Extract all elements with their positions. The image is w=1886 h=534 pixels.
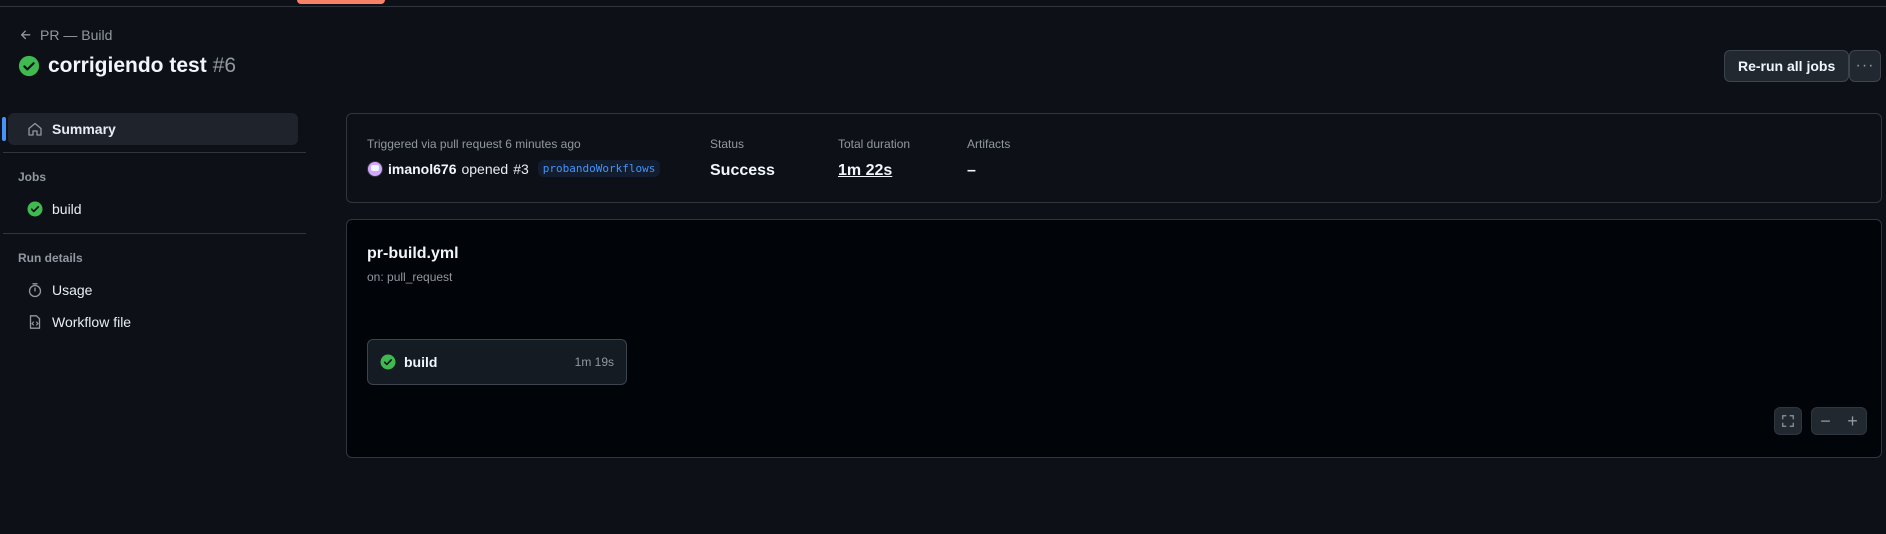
run-title: corrigiendo test #6 (48, 54, 237, 77)
branch-label[interactable]: probandoWorkflows (537, 160, 661, 177)
top-bar (0, 0, 1886, 7)
sidebar-item-label: Workflow file (52, 314, 132, 330)
job-node-build[interactable]: build 1m 19s (367, 339, 627, 385)
zoom-out-button[interactable]: − (1812, 408, 1839, 434)
status-value: Success (710, 162, 775, 179)
sidebar-item-build[interactable]: build (8, 193, 298, 225)
run-number: #6 (212, 54, 237, 77)
sidebar-item-workflow-file[interactable]: Workflow file (8, 306, 298, 338)
artifacts-value: – (967, 162, 976, 179)
sidebar-divider (3, 152, 306, 153)
trigger-detail: imanol676 opened #3 probandoWorkflows (367, 160, 661, 177)
check-circle-icon (380, 354, 396, 370)
sidebar-item-label: build (52, 201, 82, 217)
status-info: Status Success (710, 137, 775, 180)
artifacts-info: Artifacts – (967, 137, 1010, 180)
trigger-label: Triggered via pull request 6 minutes ago (367, 137, 581, 151)
duration-value[interactable]: 1m 22s (838, 162, 910, 180)
more-options-button[interactable]: ··· (1849, 50, 1881, 82)
run-summary-card: Triggered via pull request 6 minutes ago… (346, 113, 1882, 203)
check-circle-icon (18, 55, 40, 77)
trigger-info: Triggered via pull request 6 minutes ago… (367, 137, 661, 177)
workflow-file-name: pr-build.yml (367, 245, 459, 262)
workflow-graph: pr-build.yml on: pull_request build 1m 1… (346, 219, 1882, 458)
active-nav-indicator (2, 117, 6, 141)
zoom-in-button[interactable]: + (1839, 408, 1866, 434)
duration-label: Total duration (838, 137, 911, 151)
workflow-trigger: on: pull_request (367, 270, 453, 284)
arrow-left-icon (20, 30, 31, 40)
jobs-section-label: Jobs (18, 170, 47, 184)
run-title-row: corrigiendo test #6 (18, 54, 236, 78)
back-link[interactable]: PR — Build (19, 27, 112, 43)
sidebar-item-usage[interactable]: Usage (8, 274, 298, 306)
fullscreen-button[interactable] (1774, 407, 1802, 435)
active-tab-indicator (297, 0, 385, 4)
actor-link[interactable]: imanol676 (388, 161, 456, 177)
stopwatch-icon (28, 283, 42, 298)
pull-request-link[interactable]: #3 (513, 161, 529, 177)
run-details-section-label: Run details (18, 251, 83, 265)
back-link-label: PR — Build (40, 27, 113, 43)
job-name: build (404, 354, 438, 370)
avatar[interactable] (367, 160, 383, 177)
rerun-all-jobs-button[interactable]: Re-run all jobs (1724, 50, 1850, 82)
sidebar-item-label: Summary (52, 121, 116, 137)
status-label: Status (710, 137, 745, 151)
file-code-icon (29, 315, 41, 329)
job-duration: 1m 19s (574, 355, 614, 369)
screen-full-icon (1782, 415, 1794, 427)
artifacts-label: Artifacts (967, 137, 1011, 151)
check-circle-icon (27, 201, 43, 217)
sidebar-item-label: Usage (52, 282, 93, 298)
duration-info: Total duration 1m 22s (838, 137, 910, 180)
kebab-icon: ··· (1855, 57, 1875, 74)
sidebar-item-summary[interactable]: Summary (8, 113, 298, 145)
home-icon (28, 122, 42, 136)
zoom-controls: − + (1811, 407, 1867, 435)
sidebar-divider (3, 233, 306, 234)
opened-text: opened (461, 160, 509, 177)
